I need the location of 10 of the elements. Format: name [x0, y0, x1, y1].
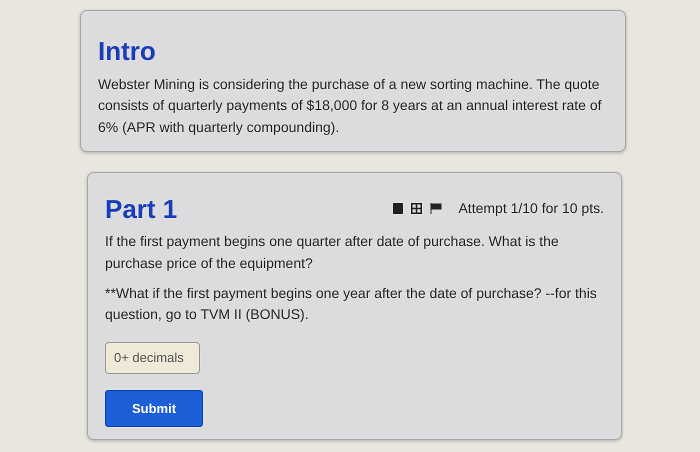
- attempt-text: Attempt 1/10 for 10 pts.: [458, 199, 604, 218]
- intro-text: Webster Mining is considering the purchase of a new sorting machine. The quote consists of quarterly payments of $18,000 for 8 years at an annual interest rate of 6% (APR with quarterly compounding).: [98, 74, 603, 137]
- intro-title: Intro: [98, 37, 157, 66]
- question-text: If the first payment begins one quarter after date of purchase. What is the purchase price of the equipment?: [105, 232, 560, 273]
- question-text: **What if the first payment begins one year after the date of purchase? --for this question, go to TVM II (BONUS).: [105, 284, 598, 324]
- answer-field[interactable]: 0+ decimals: [105, 342, 200, 374]
- submit-button[interactable]: Submit: [105, 390, 204, 427]
- flag-icon[interactable]: [430, 203, 442, 214]
- part-title: Part 1: [105, 194, 178, 224]
- grid-icon[interactable]: [411, 203, 422, 214]
